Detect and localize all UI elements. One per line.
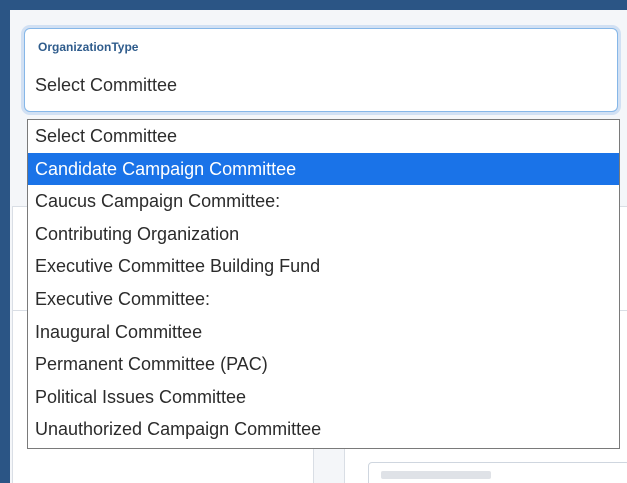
background-input: [368, 462, 627, 483]
dropdown-option-highlighted[interactable]: Candidate Campaign Committee: [28, 152, 619, 186]
dropdown-option[interactable]: Inaugural Committee: [28, 316, 619, 349]
dropdown-option[interactable]: Executive Committee:: [28, 283, 619, 316]
dropdown-option[interactable]: Unauthorized Campaign Committee: [28, 413, 619, 446]
organization-type-select[interactable]: OrganizationType Select Committee: [24, 28, 618, 112]
dropdown-option[interactable]: Political Issues Committee: [28, 381, 619, 414]
dropdown-option[interactable]: Caucus Campaign Committee:: [28, 185, 619, 218]
organization-type-label: OrganizationType: [38, 40, 139, 54]
dropdown-option[interactable]: Executive Committee Building Fund: [28, 250, 619, 283]
organization-type-value[interactable]: Select Committee: [35, 75, 177, 96]
organization-type-dropdown[interactable]: Select Committee Candidate Campaign Comm…: [27, 119, 620, 449]
dropdown-option[interactable]: Contributing Organization: [28, 218, 619, 251]
dropdown-option[interactable]: Select Committee: [28, 120, 619, 153]
background-input-placeholder: [381, 471, 491, 479]
dropdown-option[interactable]: Permanent Committee (PAC): [28, 348, 619, 381]
